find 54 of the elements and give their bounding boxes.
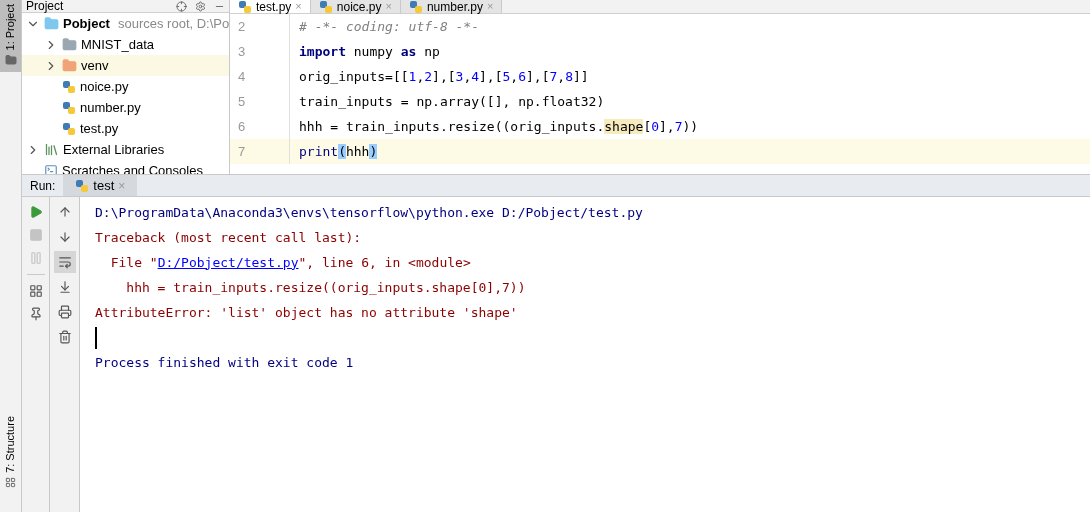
console-icon: [44, 163, 58, 174]
soft-wrap-icon[interactable]: [53, 251, 76, 273]
tree-item[interactable]: Pobject: [63, 13, 110, 34]
python-file-icon: [75, 178, 90, 193]
tree-item[interactable]: MNIST_data: [81, 34, 154, 55]
file-link[interactable]: D:/Pobject/test.py: [157, 254, 299, 270]
editor-tab[interactable]: test.py ×: [230, 0, 311, 13]
run-icon[interactable]: [28, 205, 43, 219]
console-line: hhh = train_inputs.resize((orig_inputs.shape[0],7)): [125, 278, 526, 297]
layout-icon[interactable]: [28, 284, 43, 298]
code-line: # -*- coding: utf-8 -*-: [298, 17, 479, 36]
panel-title[interactable]: Project: [26, 0, 64, 12]
line-number: 5: [230, 89, 290, 114]
python-file-icon: [318, 0, 333, 14]
line-number: 4: [230, 64, 290, 89]
settings-icon[interactable]: [195, 0, 206, 12]
tree-item[interactable]: noice.py: [80, 76, 129, 97]
code-line: print(hhh): [298, 142, 378, 161]
tree-item[interactable]: test.py: [80, 118, 119, 139]
editor-tab[interactable]: noice.py ×: [310, 0, 401, 13]
folder-icon: [62, 37, 77, 52]
editor-tab[interactable]: number.py ×: [400, 0, 503, 13]
code-line: import numpy as np: [298, 42, 440, 61]
python-file-icon: [238, 0, 252, 14]
console-line: AttributeError: 'list' object has no attribute 'shape': [95, 303, 518, 322]
console-line: Process finished with exit code 1: [95, 353, 354, 372]
code-line: train_inputs = np.array([], np.float32): [298, 92, 605, 111]
folder-icon: [4, 54, 17, 67]
pin-icon[interactable]: [28, 307, 43, 321]
python-file-icon: [408, 0, 423, 14]
python-file-icon: [62, 121, 76, 136]
line-number: 3: [230, 39, 290, 64]
console-line: File "D:/Pobject/test.py", line 6, in <module>: [109, 253, 471, 272]
line-number: 7: [230, 139, 290, 164]
tree-item-detail: sources root, D:\Po: [117, 14, 229, 33]
structure-icon: [5, 477, 16, 488]
tree-item[interactable]: number.py: [80, 97, 141, 118]
code-line: orig_inputs=[[1,2],[3,4],[5,6],[7,8]]: [298, 67, 589, 86]
python-file-icon: [62, 79, 76, 94]
run-tab[interactable]: test ×: [63, 175, 138, 196]
side-tab[interactable]: 7: Structure: [2, 416, 19, 473]
locate-icon[interactable]: [176, 0, 187, 12]
library-icon: [44, 142, 59, 157]
folder-icon: [44, 16, 59, 31]
python-file-icon: [62, 100, 76, 115]
code-line: hhh = train_inputs.resize((orig_inputs.shape[0],7)): [298, 117, 699, 136]
console-line: D:\ProgramData\Anaconda3\envs\tensorflow\python.exe D:/Pobject/test.py: [95, 203, 643, 222]
tree-item[interactable]: External Libraries: [63, 139, 165, 160]
console-line: Traceback (most recent call last):: [95, 228, 362, 247]
text-cursor: [95, 326, 97, 349]
panel-title: Run:: [29, 177, 57, 195]
line-number: 2: [230, 14, 290, 39]
tree-item[interactable]: venv: [81, 55, 109, 76]
folder-icon: [62, 58, 77, 73]
